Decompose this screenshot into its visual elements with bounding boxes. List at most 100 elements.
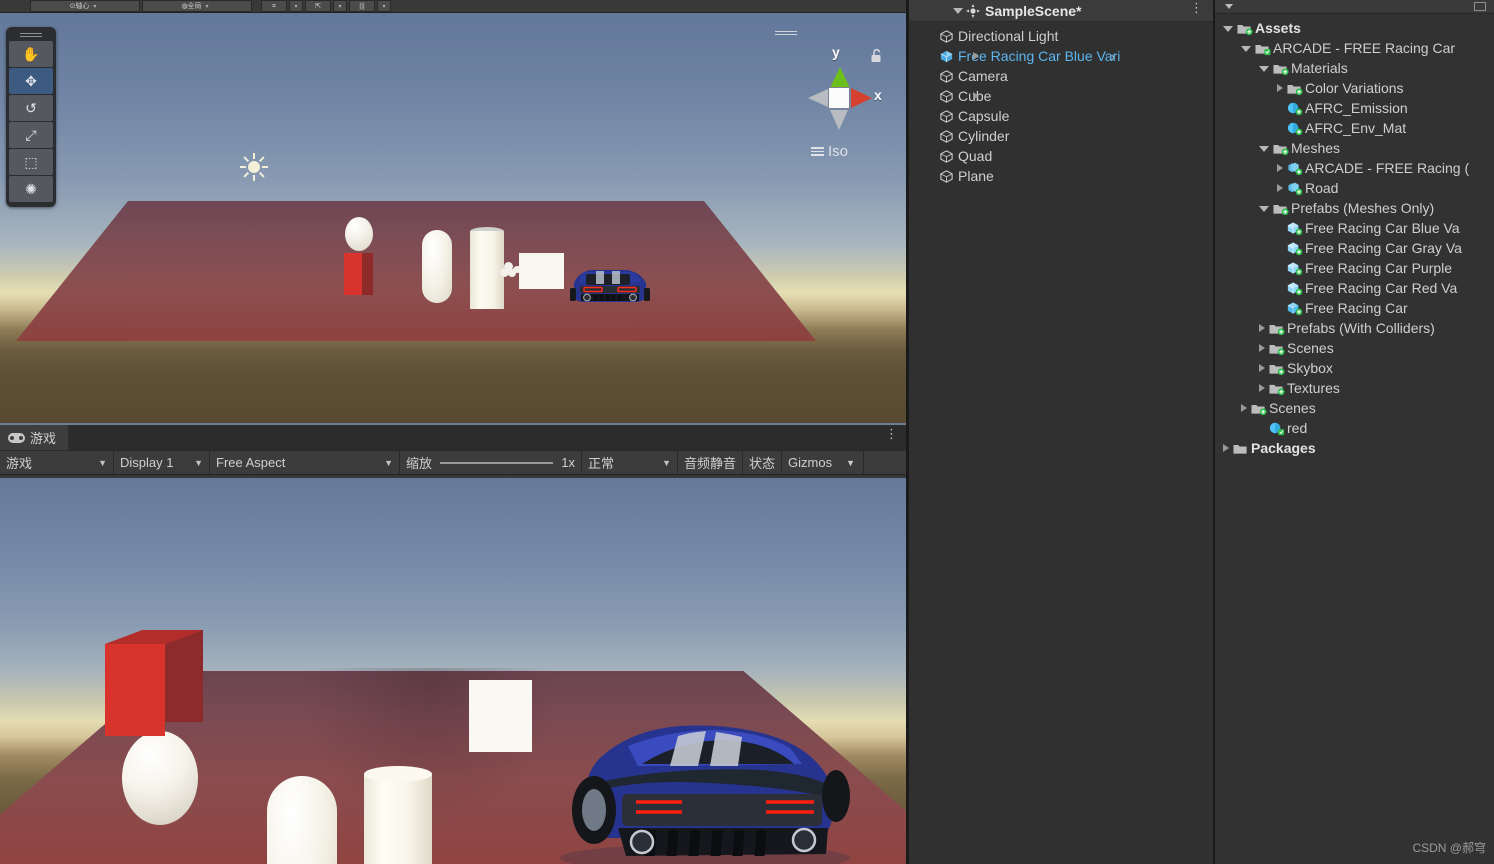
folder-asset-icon <box>1236 21 1253 36</box>
aspect-dropdown[interactable]: Free Aspect ▼ <box>210 451 400 474</box>
project-item-free-racing-car-gray-va[interactable]: Free Racing Car Gray Va <box>1215 238 1494 258</box>
scale-slider[interactable] <box>440 461 554 464</box>
gizmo-axis-x-negative[interactable] <box>808 89 828 107</box>
chevron-right-icon[interactable] <box>973 92 979 100</box>
chevron-down-icon[interactable] <box>1259 66 1269 72</box>
grid-icon: ⌗ <box>272 2 276 10</box>
game-view-render-area[interactable] <box>0 478 906 864</box>
grid-snap-dropdown[interactable]: ▾ <box>289 0 303 12</box>
scene-object-cube[interactable] <box>344 253 373 295</box>
chevron-right-icon[interactable] <box>973 52 979 60</box>
gizmos-label: Gizmos <box>788 455 833 470</box>
render-mode-dropdown[interactable]: 正常 ▼ <box>582 451 678 474</box>
mute-audio-button[interactable]: 音频静音 <box>678 451 744 474</box>
project-item-free-racing-car-blue-va[interactable]: Free Racing Car Blue Va <box>1215 218 1494 238</box>
project-item-prefabs-with-colliders[interactable]: Prefabs (With Colliders) <box>1215 318 1494 338</box>
scene-orientation-gizmo[interactable]: y x Iso <box>775 31 895 161</box>
snap-increment-button[interactable]: ⇱ <box>305 0 331 12</box>
project-item-skybox[interactable]: Skybox <box>1215 358 1494 378</box>
lock-open-icon[interactable] <box>870 48 882 66</box>
gizmo-axis-y-negative[interactable] <box>830 110 848 130</box>
gizmo-axis-x-positive[interactable] <box>851 88 872 108</box>
pivot-toggle-button[interactable]: ⊙ 轴心 ▾ <box>30 0 140 12</box>
directional-light-gizmo-icon[interactable] <box>240 153 268 181</box>
project-item-prefabs-meshes-only[interactable]: Prefabs (Meshes Only) <box>1215 198 1494 218</box>
project-item-meshes[interactable]: Meshes <box>1215 138 1494 158</box>
chevron-down-icon[interactable] <box>1259 146 1269 152</box>
hierarchy-menu-button[interactable]: ⋮ <box>1190 1 1203 14</box>
project-item-scenes[interactable]: Scenes <box>1215 398 1494 418</box>
chevron-down-icon[interactable] <box>953 8 963 14</box>
project-item-scenes[interactable]: Scenes <box>1215 338 1494 358</box>
project-item-arcade-free-racing[interactable]: ARCADE - FREE Racing ( <box>1215 158 1494 178</box>
gizmos-button[interactable]: Gizmos <box>782 451 839 474</box>
chevron-down-icon[interactable] <box>1225 4 1233 9</box>
scale-slider-group[interactable]: 缩放 1x <box>400 451 582 474</box>
tab-game[interactable]: 游戏 <box>0 425 69 450</box>
project-item-afrc-env-mat[interactable]: AFRC_Env_Mat <box>1215 118 1494 138</box>
project-item-road[interactable]: Road <box>1215 178 1494 198</box>
project-item-arcade-free-racing-car[interactable]: ARCADE - FREE Racing Car <box>1215 38 1494 58</box>
panel-resize-icon[interactable] <box>1474 2 1486 11</box>
scene-projection-toggle[interactable]: Iso <box>811 143 848 160</box>
project-item-red[interactable]: red <box>1215 418 1494 438</box>
display-dropdown[interactable]: Display 1 ▼ <box>114 451 210 474</box>
scale-tool-button[interactable]: ⤢ <box>9 122 53 148</box>
gizmo-axis-y-positive[interactable] <box>830 67 850 88</box>
transform-tool-button[interactable]: ✺ <box>9 176 53 202</box>
chevron-right-icon[interactable] <box>1259 384 1265 392</box>
project-item-free-racing-car-red-va[interactable]: Free Racing Car Red Va <box>1215 278 1494 298</box>
chevron-right-icon[interactable] <box>1241 404 1247 412</box>
chevron-right-icon[interactable] <box>1259 344 1265 352</box>
chevron-down-icon[interactable] <box>1223 26 1233 32</box>
chevron-right-icon[interactable] <box>1277 184 1283 192</box>
project-item-assets[interactable]: Assets <box>1215 18 1494 38</box>
hierarchy-item-quad[interactable]: Quad <box>909 146 1213 166</box>
move-tool-button[interactable]: ✥ <box>9 68 53 94</box>
project-item-materials[interactable]: Materials <box>1215 58 1494 78</box>
hierarchy-item-camera[interactable]: Camera <box>909 66 1213 86</box>
scene-object-sphere[interactable] <box>345 217 373 251</box>
hierarchy-item-cube[interactable]: Cube <box>909 86 1213 106</box>
project-item-textures[interactable]: Textures <box>1215 378 1494 398</box>
project-item-free-racing-car[interactable]: Free Racing Car <box>1215 298 1494 318</box>
layout-columns-dropdown[interactable]: ▾ <box>377 0 391 12</box>
project-item-afrc-emission[interactable]: AFRC_Emission <box>1215 98 1494 118</box>
project-item-free-racing-car-purple[interactable]: Free Racing Car Purple <box>1215 258 1494 278</box>
scene-view[interactable]: ✋ ✥ ↺ ⤢ ⬚ ✺ y x Iso <box>0 13 906 425</box>
hierarchy-item-free-racing-car-blue-variant[interactable]: Free Racing Car Blue Vari › <box>909 46 1213 66</box>
chevron-right-icon[interactable] <box>1277 164 1283 172</box>
stats-button[interactable]: 状态 <box>743 451 783 474</box>
grid-snap-button[interactable]: ⌗ <box>261 0 287 12</box>
chevron-right-icon[interactable] <box>1223 444 1229 452</box>
hierarchy-item-capsule[interactable]: Capsule <box>909 106 1213 126</box>
palette-drag-handle[interactable] <box>9 30 53 40</box>
project-item-packages[interactable]: Packages <box>1215 438 1494 458</box>
chevron-right-icon[interactable] <box>1259 324 1265 332</box>
hierarchy-item-cylinder[interactable]: Cylinder <box>909 126 1213 146</box>
prefab-open-chevron-icon[interactable]: › <box>1111 49 1115 64</box>
rotate-tool-button[interactable]: ↺ <box>9 95 53 121</box>
game-view-menu-button[interactable]: ⋮ <box>885 427 898 440</box>
layout-columns-button[interactable]: ||| <box>349 0 375 12</box>
chevron-right-icon[interactable] <box>1259 364 1265 372</box>
handle-space-toggle-button[interactable]: ◍ 全局 ▾ <box>142 0 252 12</box>
scene-object-cylinder[interactable] <box>470 231 504 309</box>
gizmo-center-cube[interactable] <box>828 87 850 109</box>
chevron-down-icon[interactable] <box>1241 46 1251 52</box>
hierarchy-item-plane[interactable]: Plane <box>909 166 1213 186</box>
scene-object-quad[interactable] <box>519 253 564 289</box>
chevron-right-icon[interactable] <box>1277 84 1283 92</box>
gizmos-menu-dropdown[interactable]: ▼ <box>838 451 865 474</box>
gizmo-drag-handle[interactable] <box>775 31 799 39</box>
scene-object-capsule[interactable] <box>422 230 452 303</box>
scene-object-racing-car[interactable] <box>568 261 652 307</box>
hand-tool-button[interactable]: ✋ <box>9 41 53 67</box>
rect-tool-button[interactable]: ⬚ <box>9 149 53 175</box>
project-item-color-variations[interactable]: Color Variations <box>1215 78 1494 98</box>
play-mode-dropdown[interactable]: 游戏 ▼ <box>0 451 114 474</box>
snap-increment-dropdown[interactable]: ▾ <box>333 0 347 12</box>
hierarchy-scene-header[interactable]: SampleScene* ⋮ <box>909 0 1213 22</box>
chevron-down-icon[interactable] <box>1259 206 1269 212</box>
hierarchy-item-directional-light[interactable]: Directional Light <box>909 26 1213 46</box>
